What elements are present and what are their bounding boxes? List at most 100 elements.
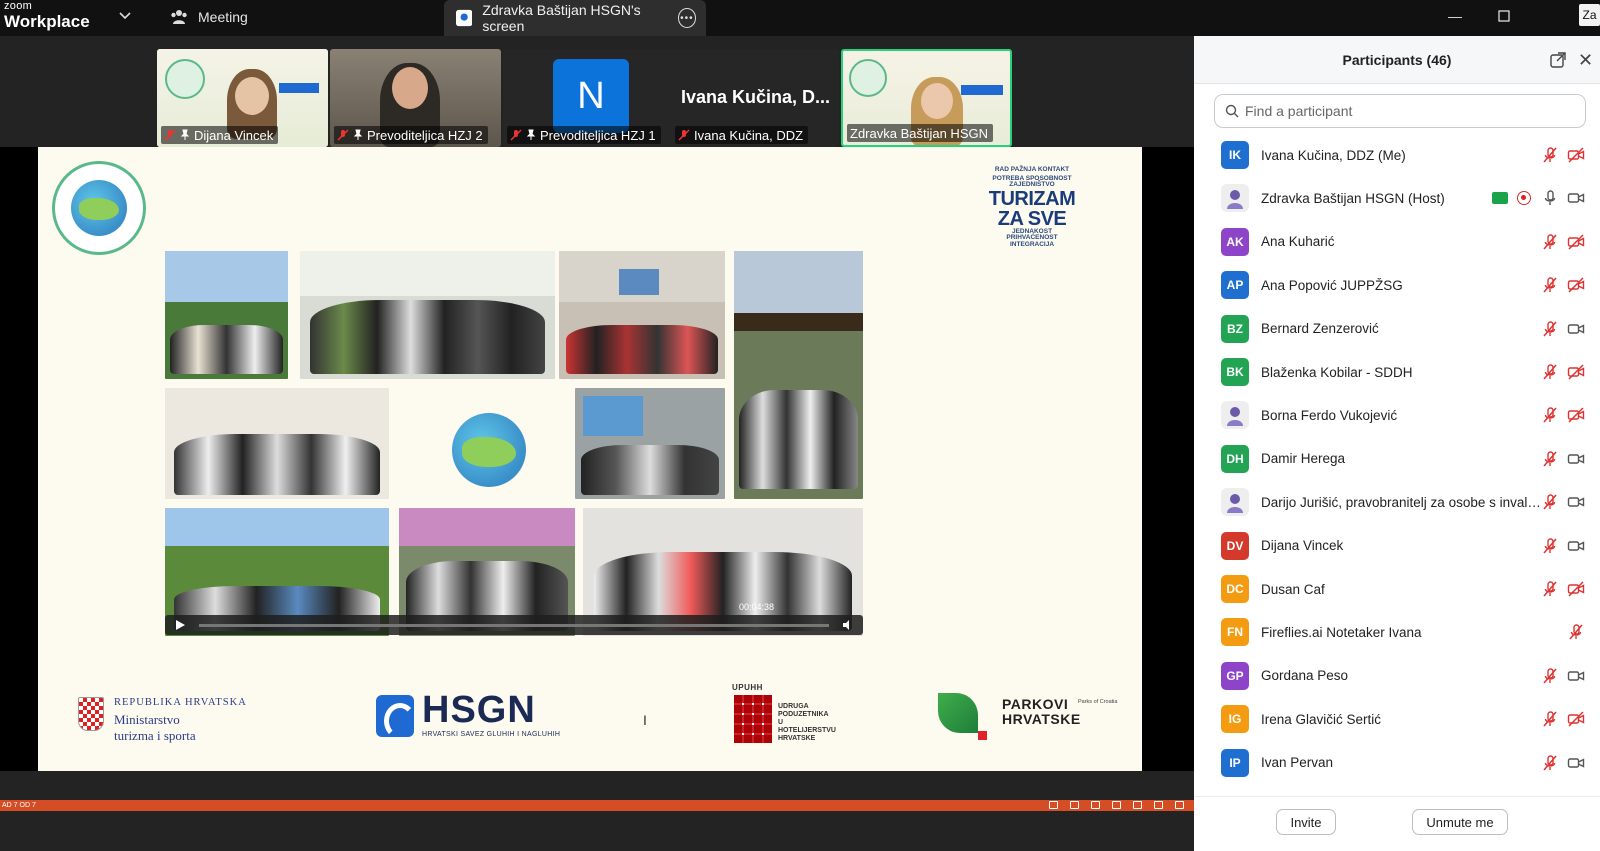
camera-icon[interactable] xyxy=(1567,754,1585,772)
mic-muted-icon[interactable] xyxy=(1541,320,1559,338)
avatar xyxy=(1221,401,1249,430)
avatar: GP xyxy=(1221,661,1249,690)
camera-icon[interactable] xyxy=(1567,493,1585,511)
camera-icon[interactable] xyxy=(1567,450,1585,468)
camera-off-icon[interactable] xyxy=(1567,710,1585,728)
parkovi-logo-icon xyxy=(938,693,978,733)
camera-off-icon[interactable] xyxy=(1567,363,1585,381)
unmute-me-button[interactable]: Unmute me xyxy=(1412,809,1508,835)
avatar: BZ xyxy=(1221,314,1249,343)
participant-row[interactable]: BK Blaženka Kobilar - SDDH xyxy=(1194,350,1600,394)
chevron-down-icon[interactable] xyxy=(118,8,132,22)
tab-screen-share[interactable]: Zdravka Baštijan HSGN's screen ••• xyxy=(444,0,706,36)
mic-muted-icon[interactable] xyxy=(1541,710,1559,728)
avatar: DH xyxy=(1221,444,1249,473)
collage-photo xyxy=(575,388,725,499)
view-icon[interactable] xyxy=(1133,801,1142,809)
participant-row[interactable]: Darijo Jurišić, pravobranitelj za osobe … xyxy=(1194,480,1600,524)
video-tile[interactable]: N Ivana Kučina, D... Prevoditeljica HZJ … xyxy=(503,49,839,147)
mic-muted-icon[interactable] xyxy=(1541,537,1559,555)
mic-muted-icon[interactable] xyxy=(1541,146,1559,164)
mic-muted-icon[interactable] xyxy=(1541,754,1559,772)
tab-meeting[interactable]: Meeting xyxy=(170,4,248,30)
participant-row[interactable]: IP Ivan Pervan xyxy=(1194,741,1600,785)
brand-large: Workplace xyxy=(4,12,90,31)
camera-icon[interactable] xyxy=(1567,667,1585,685)
video-tile-active[interactable]: Zdravka Baštijan HSGN xyxy=(841,49,1012,147)
mic-muted-icon[interactable] xyxy=(1541,493,1559,511)
participant-row[interactable]: AP Ana Popović JUPPŽSG xyxy=(1194,263,1600,307)
participant-row[interactable]: DH Damir Herega xyxy=(1194,437,1600,481)
participant-row[interactable]: Borna Ferdo Vukojević xyxy=(1194,393,1600,437)
view-icon[interactable] xyxy=(1154,801,1163,809)
mic-muted-icon[interactable] xyxy=(1541,450,1559,468)
pin-icon xyxy=(353,129,363,140)
video-tile[interactable]: Prevoditeljica HZJ 2 xyxy=(330,49,501,147)
camera-off-icon[interactable] xyxy=(1567,580,1585,598)
mic-muted-icon[interactable] xyxy=(1541,233,1559,251)
video-seek-bar[interactable] xyxy=(199,624,829,627)
mic-muted-icon xyxy=(678,129,690,141)
people-icon xyxy=(171,10,187,24)
search-input[interactable] xyxy=(1245,103,1565,119)
participant-row[interactable]: Zdravka Baštijan HSGN (Host) xyxy=(1194,176,1600,220)
camera-off-icon[interactable] xyxy=(1567,233,1585,251)
view-icon[interactable] xyxy=(1091,801,1100,809)
invite-button[interactable]: Invite xyxy=(1276,809,1336,835)
participant-row[interactable]: GP Gordana Peso xyxy=(1194,654,1600,698)
camera-off-icon[interactable] xyxy=(1567,406,1585,424)
view-icon[interactable] xyxy=(1070,801,1079,809)
participant-row[interactable]: DV Dijana Vincek xyxy=(1194,524,1600,568)
mic-icon[interactable] xyxy=(1541,189,1559,207)
maximize-icon[interactable] xyxy=(1494,6,1514,26)
mic-muted-icon[interactable] xyxy=(1541,406,1559,424)
turizam-za-sve-wordcloud: RAD PAŽNJA KONTAKT POTREBA SPOSOBNOST ZA… xyxy=(988,166,1076,248)
avatar: IG xyxy=(1221,705,1249,734)
screen-share-icon xyxy=(1492,192,1508,205)
participant-row[interactable]: BZ Bernard Zenzerović xyxy=(1194,307,1600,351)
participant-name: Borna Ferdo Vukojević xyxy=(1261,407,1398,423)
popout-icon[interactable] xyxy=(1550,52,1566,68)
view-icon[interactable] xyxy=(1049,801,1058,809)
play-icon[interactable] xyxy=(174,619,186,631)
camera-off-icon[interactable] xyxy=(1567,276,1585,294)
participant-search[interactable] xyxy=(1214,94,1586,128)
participant-row[interactable]: AK Ana Kuharić xyxy=(1194,220,1600,264)
mic-muted-icon[interactable] xyxy=(1567,623,1585,641)
tile-label: Zdravka Baštijan HSGN xyxy=(847,124,993,142)
mic-muted-icon[interactable] xyxy=(1541,363,1559,381)
video-time: 00:04:38 xyxy=(739,602,775,612)
mic-muted-icon[interactable] xyxy=(1541,276,1559,294)
participant-row[interactable]: DC Dusan Caf xyxy=(1194,567,1600,611)
video-controls[interactable]: 00:04:38 xyxy=(165,602,863,635)
tab-screen-share-label: Zdravka Baštijan HSGN's screen xyxy=(482,2,641,34)
collage-photo xyxy=(559,251,725,379)
participant-name: Ana Popović JUPPŽSG xyxy=(1261,277,1403,293)
active-speaker-name: Ivana Kučina, D... xyxy=(681,87,831,107)
presentation-view-controls[interactable] xyxy=(1049,801,1184,809)
search-icon xyxy=(1225,104,1239,118)
minimize-icon[interactable]: — xyxy=(1445,6,1465,26)
participant-row[interactable]: IK Ivana Kučina, DDZ (Me) xyxy=(1194,134,1600,177)
view-icon[interactable] xyxy=(1175,801,1184,809)
volume-icon[interactable] xyxy=(842,619,854,631)
video-tile[interactable]: Dijana Vincek xyxy=(157,49,328,147)
camera-icon[interactable] xyxy=(1567,320,1585,338)
priroda-logo xyxy=(52,161,146,255)
participant-name: Fireflies.ai Notetaker Ivana xyxy=(1261,624,1422,640)
participant-row[interactable]: IG Irena Glavičić Sertić xyxy=(1194,697,1600,741)
close-icon[interactable]: ✕ xyxy=(1578,51,1593,69)
camera-off-icon[interactable] xyxy=(1567,146,1585,164)
view-icon[interactable] xyxy=(1112,801,1121,809)
text-cursor-icon: I xyxy=(643,712,647,728)
more-options-icon[interactable]: ••• xyxy=(677,8,697,28)
camera-icon[interactable] xyxy=(1567,189,1585,207)
mic-muted-icon[interactable] xyxy=(1541,580,1559,598)
brand-small: zoom xyxy=(4,0,33,12)
panel-footer: Invite Unmute me xyxy=(1194,796,1600,851)
hsgn-logo-icon xyxy=(376,695,416,739)
avatar-tile: N xyxy=(553,59,629,133)
mic-muted-icon[interactable] xyxy=(1541,667,1559,685)
camera-icon[interactable] xyxy=(1567,537,1585,555)
participant-row[interactable]: FN Fireflies.ai Notetaker Ivana xyxy=(1194,610,1600,654)
